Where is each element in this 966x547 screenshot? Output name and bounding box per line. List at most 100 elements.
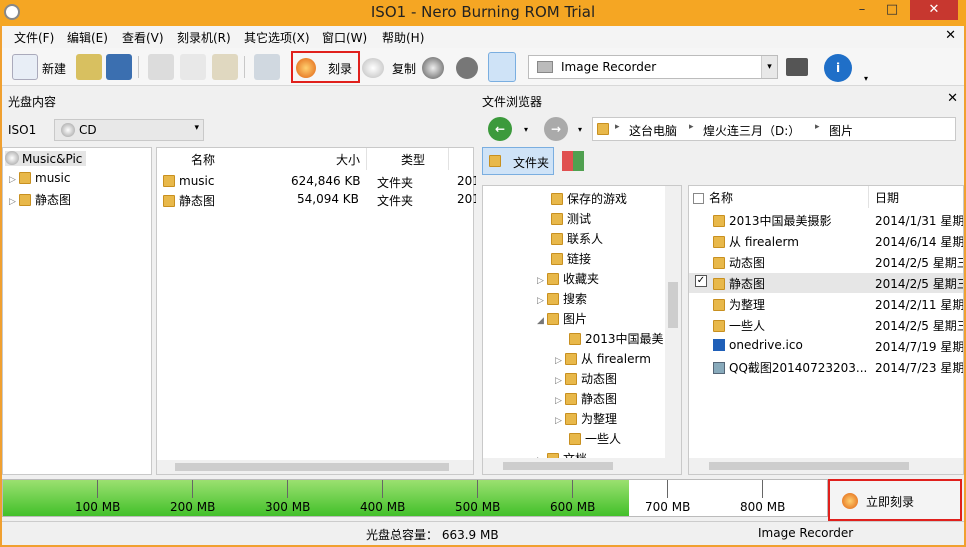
- tree-item-static[interactable]: ▷ 静态图: [9, 191, 71, 208]
- expand-arrow-icon[interactable]: ▷: [555, 416, 565, 426]
- menu-extras[interactable]: 其它选项(X): [244, 29, 310, 46]
- horizontal-scrollbar[interactable]: [157, 460, 473, 474]
- properties-icon[interactable]: [254, 54, 280, 80]
- burn-icon[interactable]: [296, 58, 316, 78]
- toolbar: 新建 刻录 复制 Image Recorder ▾ i ▾: [2, 48, 964, 86]
- list-item[interactable]: QQ截图20140723203...: [713, 359, 867, 376]
- tree-item[interactable]: ▷ 从 firealerm: [555, 350, 651, 367]
- tree-item[interactable]: 联系人: [551, 230, 603, 247]
- tree-item-pictures[interactable]: ◢ 图片: [537, 310, 587, 327]
- list-item[interactable]: 一些人: [713, 317, 765, 334]
- cut-icon[interactable]: [148, 54, 174, 80]
- recorder-drive-icon[interactable]: [786, 58, 808, 76]
- tree-item[interactable]: 测试: [551, 210, 591, 227]
- recorder-select[interactable]: Image Recorder ▾: [528, 55, 778, 79]
- tree-item[interactable]: 保存的游戏: [551, 190, 627, 207]
- table-row[interactable]: music: [163, 174, 214, 188]
- tree-item[interactable]: ▷ 搜索: [537, 290, 587, 307]
- table-row[interactable]: 静态图: [163, 192, 215, 209]
- forward-icon[interactable]: →: [544, 117, 568, 141]
- disc-type-select[interactable]: CD ▾: [54, 119, 204, 141]
- select-all-checkbox[interactable]: [693, 193, 704, 204]
- menu-recorder[interactable]: 刻录机(R): [177, 29, 231, 46]
- column-date[interactable]: 日期: [871, 186, 963, 208]
- folder-tab[interactable]: 文件夹: [482, 147, 554, 175]
- collapse-arrow-icon[interactable]: ◢: [537, 316, 547, 326]
- breadcrumb-item[interactable]: 图片: [829, 122, 853, 139]
- list-item[interactable]: onedrive.ico: [713, 338, 803, 352]
- info-icon[interactable]: i: [824, 54, 852, 82]
- column-type[interactable]: 类型: [369, 148, 449, 170]
- breadcrumb-item[interactable]: 这台电脑: [629, 122, 677, 139]
- folder-tree[interactable]: 保存的游戏 测试 联系人 链接 ▷ 收藏夹 ▷ 搜索 ◢ 图片 2013中国最美 ▷ 从…: [482, 185, 682, 475]
- file-list[interactable]: 名称 日期 2013中国最美摄影 2014/1/31 星期五 从 fireale…: [688, 185, 964, 475]
- save-icon[interactable]: [106, 54, 132, 80]
- menu-window[interactable]: 窗口(W): [322, 29, 367, 46]
- chevron-down-icon[interactable]: ▾: [524, 125, 528, 134]
- menu-file[interactable]: 文件(F): [14, 29, 54, 46]
- new-button-label[interactable]: 新建: [42, 60, 66, 77]
- row-checkbox-checked[interactable]: ✓: [695, 275, 707, 287]
- expand-arrow-icon[interactable]: ▷: [537, 276, 547, 286]
- minimize-button[interactable]: –: [848, 0, 876, 20]
- burn-button-label[interactable]: 刻录: [328, 60, 352, 77]
- horizontal-scrollbar[interactable]: [483, 458, 681, 474]
- tree-item[interactable]: 链接: [551, 250, 591, 267]
- tree-item-music[interactable]: ▷ music: [9, 171, 70, 185]
- tree-item[interactable]: ▷ 为整理: [555, 410, 617, 427]
- paste-icon[interactable]: [212, 54, 238, 80]
- tree-item[interactable]: 一些人: [569, 430, 621, 447]
- close-document-button[interactable]: ✕: [945, 28, 956, 43]
- scroll-thumb[interactable]: [503, 462, 613, 470]
- disc-file-list[interactable]: 名称 大小 类型 music 624,846 KB 文件夹 201 静态图 54…: [156, 147, 480, 475]
- tree-item[interactable]: ▷ 收藏夹: [537, 270, 599, 287]
- menu-view[interactable]: 查看(V): [122, 29, 164, 46]
- disc-info-icon[interactable]: [422, 57, 444, 79]
- scroll-thumb[interactable]: [709, 462, 909, 470]
- chevron-down-icon[interactable]: ▾: [578, 125, 582, 134]
- expand-arrow-icon[interactable]: ▷: [537, 296, 547, 306]
- address-bar[interactable]: ▸ 这台电脑 ▸ 煌火连三月（D:） ▸ 图片: [592, 117, 956, 141]
- expand-arrow-icon[interactable]: ▷: [555, 396, 565, 406]
- open-icon[interactable]: [76, 54, 102, 80]
- view-mode-icon[interactable]: [562, 151, 584, 171]
- expand-arrow-icon[interactable]: ▷: [9, 175, 19, 185]
- horizontal-scrollbar[interactable]: [689, 458, 963, 474]
- maximize-button[interactable]: □: [878, 0, 906, 20]
- file-browser-pane: 文件浏览器 ✕ ← ▾ → ▾ ▸ 这台电脑 ▸ 煌火连三月（D:） ▸ 图片 …: [476, 87, 964, 475]
- tree-item[interactable]: ▷ 静态图: [555, 390, 617, 407]
- tree-root[interactable]: Music&Pic: [5, 151, 87, 166]
- back-icon[interactable]: ←: [488, 117, 512, 141]
- close-file-browser-button[interactable]: ✕: [947, 91, 958, 106]
- copy-icon[interactable]: [180, 54, 206, 80]
- new-document-icon[interactable]: [12, 54, 38, 80]
- chevron-down-icon[interactable]: ▾: [761, 56, 777, 78]
- image-file-icon: [713, 362, 725, 374]
- column-size[interactable]: 大小: [267, 148, 367, 170]
- expand-arrow-icon[interactable]: ▷: [9, 197, 19, 207]
- list-item[interactable]: 动态图: [713, 254, 765, 271]
- tree-item[interactable]: ▷ 动态图: [555, 370, 617, 387]
- vertical-scrollbar[interactable]: [665, 186, 681, 458]
- expand-arrow-icon[interactable]: ▷: [555, 376, 565, 386]
- column-name[interactable]: 名称: [689, 186, 869, 208]
- eject-icon[interactable]: [456, 57, 478, 79]
- expand-arrow-icon[interactable]: ▷: [555, 356, 565, 366]
- copy-disc-button-label[interactable]: 复制: [392, 60, 416, 77]
- breadcrumb-item[interactable]: 煌火连三月（D:）: [703, 122, 800, 139]
- menu-edit[interactable]: 编辑(E): [67, 29, 108, 46]
- scroll-thumb[interactable]: [668, 282, 678, 328]
- list-item[interactable]: 2013中国最美摄影: [713, 212, 832, 229]
- toolbar-overflow-icon[interactable]: ▾: [864, 74, 874, 83]
- tree-item[interactable]: 2013中国最美: [569, 330, 664, 347]
- list-item[interactable]: 从 firealerm: [713, 233, 799, 250]
- burn-now-button[interactable]: 立即刻录: [828, 479, 962, 521]
- copy-disc-icon[interactable]: [362, 58, 384, 78]
- close-window-button[interactable]: ✕: [910, 0, 958, 20]
- list-item[interactable]: 为整理: [713, 296, 765, 313]
- scroll-thumb[interactable]: [175, 463, 449, 471]
- list-item-selected[interactable]: 静态图: [713, 275, 765, 292]
- file-browser-toggle-icon[interactable]: [488, 52, 516, 82]
- menu-help[interactable]: 帮助(H): [382, 29, 424, 46]
- disc-tree[interactable]: Music&Pic ▷ music ▷ 静态图: [2, 147, 152, 475]
